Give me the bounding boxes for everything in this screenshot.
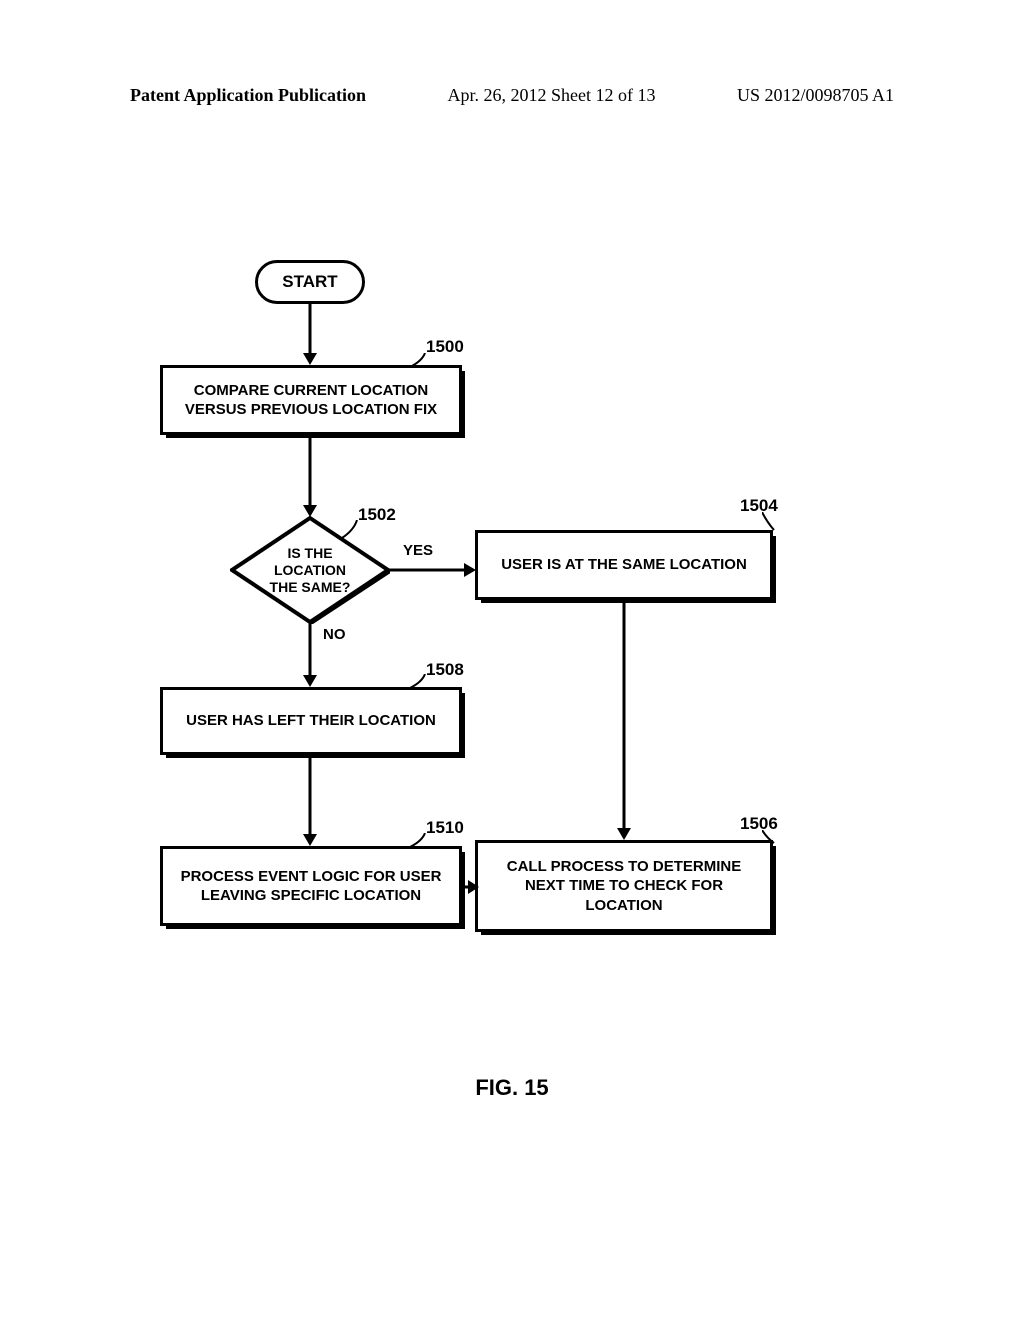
box-1510-text: PROCESS EVENT LOGIC FOR USER LEAVING SPE… <box>171 867 451 906</box>
arrow-1508-to-1510 <box>300 758 320 848</box>
leader-1502 <box>342 520 360 540</box>
box-1504-text: USER IS AT THE SAME LOCATION <box>501 555 747 575</box>
header-right: US 2012/0098705 A1 <box>737 85 894 106</box>
process-event-logic: PROCESS EVENT LOGIC FOR USER LEAVING SPE… <box>160 846 462 926</box>
leader-1500 <box>410 353 428 369</box>
flowchart-diagram: START COMPARE CURRENT LOCATION VERSUS PR… <box>160 260 870 1010</box>
edge-label-no: NO <box>323 626 346 643</box>
arrow-start-to-1500 <box>300 304 320 366</box>
leader-1508 <box>410 674 428 690</box>
leader-1504 <box>762 512 782 532</box>
ref-1510: 1510 <box>426 818 464 838</box>
process-call-next-check: CALL PROCESS TO DETERMINE NEXT TIME TO C… <box>475 840 773 932</box>
decision-text: IS THE LOCATION THE SAME? <box>260 545 360 595</box>
ref-1500: 1500 <box>426 337 464 357</box>
box-1500-text: COMPARE CURRENT LOCATION VERSUS PREVIOUS… <box>171 381 451 420</box>
arrow-1510-to-1506 <box>465 877 479 897</box>
ref-1502: 1502 <box>358 505 396 525</box>
edge-label-yes: YES <box>403 542 433 559</box>
start-terminal: START <box>255 260 365 304</box>
arrow-1500-to-1502 <box>300 438 320 518</box>
arrow-yes-to-1504 <box>388 560 478 580</box>
page-header: Patent Application Publication Apr. 26, … <box>0 85 1024 106</box>
figure-caption: FIG. 15 <box>0 1075 1024 1101</box>
header-left: Patent Application Publication <box>130 85 366 106</box>
start-label: START <box>282 272 337 292</box>
box-1506-text: CALL PROCESS TO DETERMINE NEXT TIME TO C… <box>486 857 762 916</box>
arrow-no-to-1508 <box>300 622 320 689</box>
arrow-1504-to-1506 <box>614 603 634 843</box>
header-center: Apr. 26, 2012 Sheet 12 of 13 <box>448 85 656 106</box>
ref-1508: 1508 <box>426 660 464 680</box>
process-same-location: USER IS AT THE SAME LOCATION <box>475 530 773 600</box>
process-compare-location: COMPARE CURRENT LOCATION VERSUS PREVIOUS… <box>160 365 462 435</box>
box-1508-text: USER HAS LEFT THEIR LOCATION <box>186 711 436 731</box>
decision-location-same: IS THE LOCATION THE SAME? <box>230 516 390 624</box>
leader-1510 <box>410 833 428 849</box>
leader-1506 <box>762 830 782 846</box>
process-user-left: USER HAS LEFT THEIR LOCATION <box>160 687 462 755</box>
